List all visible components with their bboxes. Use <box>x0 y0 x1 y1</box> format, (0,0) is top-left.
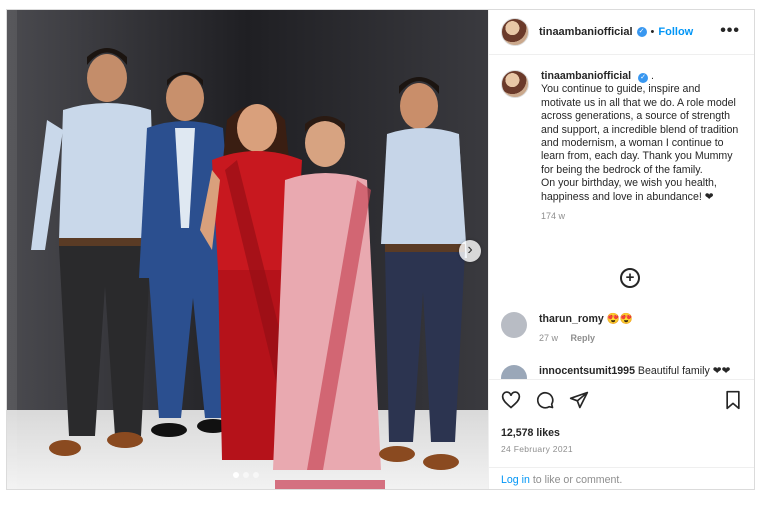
post-date[interactable]: 24 February 2021 <box>501 444 573 454</box>
caption-username[interactable]: tinaambaniofficial <box>541 70 631 82</box>
caption-text-block: tinaambaniofficial ✓ . You continue to g… <box>541 70 741 223</box>
carousel-dot-1 <box>233 472 239 478</box>
load-more-comments-icon[interactable]: + <box>620 268 640 288</box>
comment-line: innocentsumit1995 Beautiful family ❤❤ <box>539 365 730 377</box>
post-side-panel: tinaambaniofficial ✓ • Follow ••• tinaam… <box>488 10 754 489</box>
login-prompt: Log in to like or comment. <box>489 467 754 489</box>
carousel-dot-3 <box>253 472 259 478</box>
caption-verified-icon: ✓ <box>638 73 649 83</box>
caption: tinaambaniofficial ✓ . You continue to g… <box>501 70 741 223</box>
comment-reply-button[interactable]: Reply <box>571 333 596 343</box>
post-frame: › tinaambaniofficial ✓ • Follow ••• tina… <box>6 9 755 490</box>
comment-bubble-icon[interactable] <box>535 390 555 410</box>
comment-avatar[interactable] <box>501 312 527 338</box>
action-icons <box>501 390 589 410</box>
post-actions: 12,578 likes 24 February 2021 Log in to … <box>489 379 754 489</box>
share-send-icon[interactable] <box>569 390 589 410</box>
header-separator: • <box>650 26 655 38</box>
verified-badge-icon: ✓ <box>636 27 647 37</box>
author-avatar[interactable] <box>501 18 529 46</box>
comment-line: tharun_romy 😍😍 <box>539 312 633 325</box>
comment-item: tharun_romy 😍😍 27 w Reply <box>501 312 746 343</box>
follow-button[interactable]: Follow <box>658 26 693 38</box>
comment-body: tharun_romy 😍😍 27 w Reply <box>539 312 633 343</box>
post-header: tinaambaniofficial ✓ • Follow ••• <box>489 10 754 55</box>
carousel-dot-2 <box>243 472 249 478</box>
post-photo[interactable]: › <box>7 10 488 489</box>
caption-timestamp[interactable]: 174 w <box>541 210 741 223</box>
carousel-next-button[interactable]: › <box>459 240 481 262</box>
comment-text: Beautiful family ❤❤ <box>637 365 731 377</box>
comment-username[interactable]: tharun_romy <box>539 313 604 325</box>
caption-avatar[interactable] <box>501 70 529 98</box>
caption-suffix: . <box>650 70 654 82</box>
carousel-dots <box>233 472 259 478</box>
login-prompt-text: to like or comment. <box>529 474 623 486</box>
save-bookmark-icon[interactable] <box>724 390 742 410</box>
likes-count[interactable]: 12,578 likes <box>501 427 560 439</box>
login-link[interactable]: Log in <box>501 474 530 486</box>
comment-username[interactable]: innocentsumit1995 <box>539 365 635 377</box>
comment-time[interactable]: 27 w <box>539 333 558 343</box>
caption-line: tinaambaniofficial ✓ . <box>541 70 741 83</box>
more-options-icon[interactable]: ••• <box>720 22 740 40</box>
caption-body: You continue to guide, inspire and motiv… <box>541 83 739 203</box>
family-photo-illustration <box>7 10 488 489</box>
author-username[interactable]: tinaambaniofficial <box>539 26 633 38</box>
comment-meta: 27 w Reply <box>539 333 633 343</box>
comment-text: 😍😍 <box>606 313 634 325</box>
like-heart-icon[interactable] <box>501 390 521 410</box>
